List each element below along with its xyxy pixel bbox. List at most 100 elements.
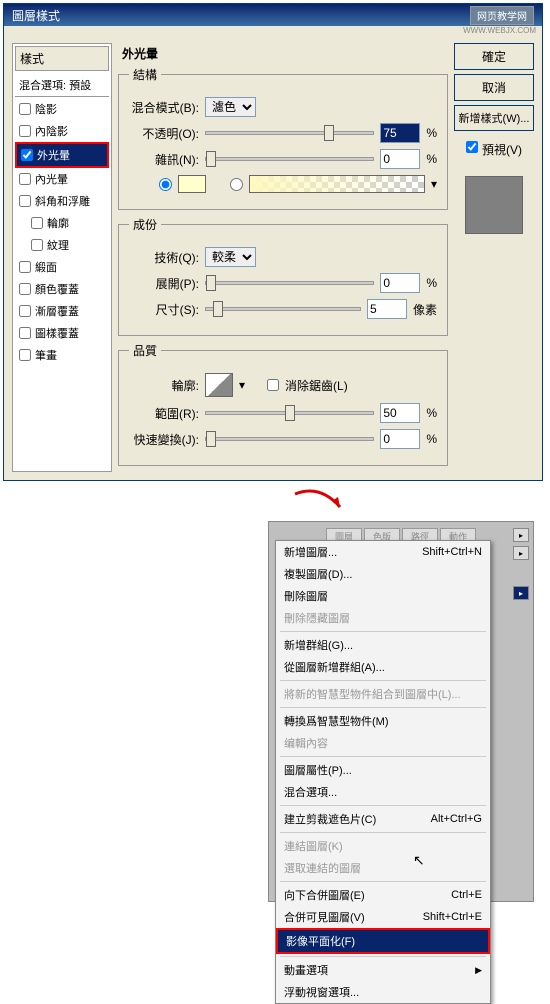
opacity-slider[interactable] (205, 131, 374, 135)
menu-item[interactable]: 建立剪裁遮色片(C)Alt+Ctrl+G (276, 808, 490, 830)
menu-separator (280, 805, 486, 806)
preview-label: 預視(V) (482, 141, 522, 158)
technique-select[interactable]: 較柔 (205, 247, 256, 267)
menu-item-label: 向下合併圖層(E) (284, 887, 365, 903)
sidebar-item[interactable]: 內陰影 (15, 120, 109, 142)
style-checkbox[interactable] (19, 327, 31, 339)
sidebar-item[interactable]: 筆畫 (15, 344, 109, 366)
menu-item[interactable]: 新增圖層...Shift+Ctrl+N (276, 541, 490, 563)
opacity-label: 不透明(O): (129, 125, 199, 142)
menu-item[interactable]: 浮動視窗選項... (276, 981, 490, 1003)
menu-shortcut: Shift+Ctrl+N (422, 546, 482, 558)
panel-arrow-icon[interactable]: ▸ (513, 586, 529, 600)
menu-item[interactable]: 複製圖層(D)... (276, 563, 490, 585)
style-checkbox[interactable] (19, 305, 31, 317)
submenu-arrow-icon: ▶ (475, 965, 482, 976)
dialog-buttons: 確定 取消 新增樣式(W)... 預視(V) (454, 43, 534, 472)
dropdown-icon[interactable]: ▾ (239, 378, 245, 392)
menu-item-label: 動畫選項 (284, 962, 328, 978)
sidebar-item[interactable]: 內光暈 (15, 168, 109, 190)
site-url: WWW.WEBJX.COM (4, 26, 536, 35)
menu-item[interactable]: 動畫選項 ▶ (276, 959, 490, 981)
structure-group: 結構 混合模式(B): 濾色 不透明(O): % 雜訊(N): % (118, 66, 448, 210)
sidebar-item[interactable]: 顏色覆蓋 (15, 278, 109, 300)
quality-legend: 品質 (129, 342, 161, 359)
styles-sidebar: 樣式 混合選項: 預設 陰影內陰影外光暈內光暈斜角和浮雕輪廓紋理緞面顏色覆蓋漸層… (12, 43, 112, 472)
noise-input[interactable] (380, 149, 420, 169)
size-input[interactable] (367, 299, 407, 319)
blend-mode-select[interactable]: 濾色 (205, 97, 256, 117)
elements-legend: 成份 (129, 216, 161, 233)
cancel-button[interactable]: 取消 (454, 74, 534, 101)
jitter-slider[interactable] (205, 437, 374, 441)
menu-item[interactable]: 影像平面化(F) (276, 928, 490, 954)
new-style-button[interactable]: 新增樣式(W)... (454, 105, 534, 131)
sidebar-item[interactable]: 漸層覆蓋 (15, 300, 109, 322)
spread-slider[interactable] (205, 281, 374, 285)
ok-button[interactable]: 確定 (454, 43, 534, 70)
outer-glow-panel: 外光暈 結構 混合模式(B): 濾色 不透明(O): % 雜訊(N): (118, 43, 448, 472)
menu-item[interactable]: 轉換爲智慧型物件(M) (276, 710, 490, 732)
sidebar-item[interactable]: 紋理 (15, 234, 109, 256)
style-label: 漸層覆蓋 (35, 303, 79, 319)
menu-item[interactable]: 刪除圖層 (276, 585, 490, 607)
dropdown-icon[interactable]: ▾ (431, 177, 437, 191)
style-label: 圖樣覆蓋 (35, 325, 79, 341)
sidebar-item[interactable]: 陰影 (15, 98, 109, 120)
style-checkbox[interactable] (19, 125, 31, 137)
menu-item[interactable]: 新增群組(G)... (276, 634, 490, 656)
menu-item-label: 刪除圖層 (284, 588, 328, 604)
sidebar-item[interactable]: 斜角和浮雕 (15, 190, 109, 212)
gradient-picker[interactable] (249, 175, 425, 193)
style-label: 紋理 (47, 237, 69, 253)
sidebar-item[interactable]: 緞面 (15, 256, 109, 278)
menu-item: 連結圖層(K) (276, 835, 490, 857)
menu-item-label: 合併可見圖層(V) (284, 909, 365, 925)
sidebar-item[interactable]: 輪廓 (15, 212, 109, 234)
gradient-radio[interactable] (230, 178, 243, 191)
antialias-checkbox[interactable] (267, 379, 279, 391)
range-input[interactable] (380, 403, 420, 423)
jitter-input[interactable] (380, 429, 420, 449)
blend-options[interactable]: 混合選項: 預設 (15, 74, 109, 97)
panel-collapse-icon[interactable]: ▸ (513, 546, 529, 560)
spread-input[interactable] (380, 273, 420, 293)
menu-item[interactable]: 合併可見圖層(V)Shift+Ctrl+E (276, 906, 490, 928)
style-checkbox[interactable] (21, 149, 33, 161)
size-slider[interactable] (205, 307, 361, 311)
noise-slider[interactable] (205, 157, 374, 161)
color-swatch[interactable] (178, 175, 206, 193)
style-checkbox[interactable] (19, 103, 31, 115)
preview-swatch (465, 176, 523, 234)
menu-item[interactable]: 圖層屬性(P)... (276, 759, 490, 781)
menu-separator (280, 680, 486, 681)
menu-item-label: 從圖層新增群組(A)... (284, 659, 385, 675)
sidebar-header[interactable]: 樣式 (15, 46, 109, 71)
technique-label: 技術(Q): (129, 249, 199, 266)
style-checkbox[interactable] (19, 283, 31, 295)
preview-checkbox[interactable] (466, 141, 478, 153)
jitter-label: 快速變換(J): (129, 431, 199, 448)
style-checkbox[interactable] (19, 195, 31, 207)
opacity-input[interactable] (380, 123, 420, 143)
style-checkbox[interactable] (19, 349, 31, 361)
style-label: 內光暈 (35, 171, 68, 187)
menu-item[interactable]: 向下合併圖層(E)Ctrl+E (276, 884, 490, 906)
site-badge: 网页教学网 (470, 6, 534, 25)
blend-mode-label: 混合模式(B): (129, 99, 199, 116)
style-checkbox[interactable] (19, 173, 31, 185)
style-checkbox[interactable] (31, 239, 43, 251)
style-checkbox[interactable] (19, 261, 31, 273)
menu-item[interactable]: 從圖層新增群組(A)... (276, 656, 490, 678)
sidebar-item[interactable]: 外光暈 (15, 142, 109, 168)
menu-separator (280, 631, 486, 632)
color-radio[interactable] (159, 178, 172, 191)
arrow-indicator (0, 489, 550, 519)
range-slider[interactable] (205, 411, 374, 415)
style-checkbox[interactable] (31, 217, 43, 229)
menu-item[interactable]: 混合選項... (276, 781, 490, 803)
sidebar-item[interactable]: 圖樣覆蓋 (15, 322, 109, 344)
style-label: 內陰影 (35, 123, 68, 139)
contour-picker[interactable] (205, 373, 233, 397)
panel-menu-icon[interactable]: ▸ (513, 528, 529, 542)
